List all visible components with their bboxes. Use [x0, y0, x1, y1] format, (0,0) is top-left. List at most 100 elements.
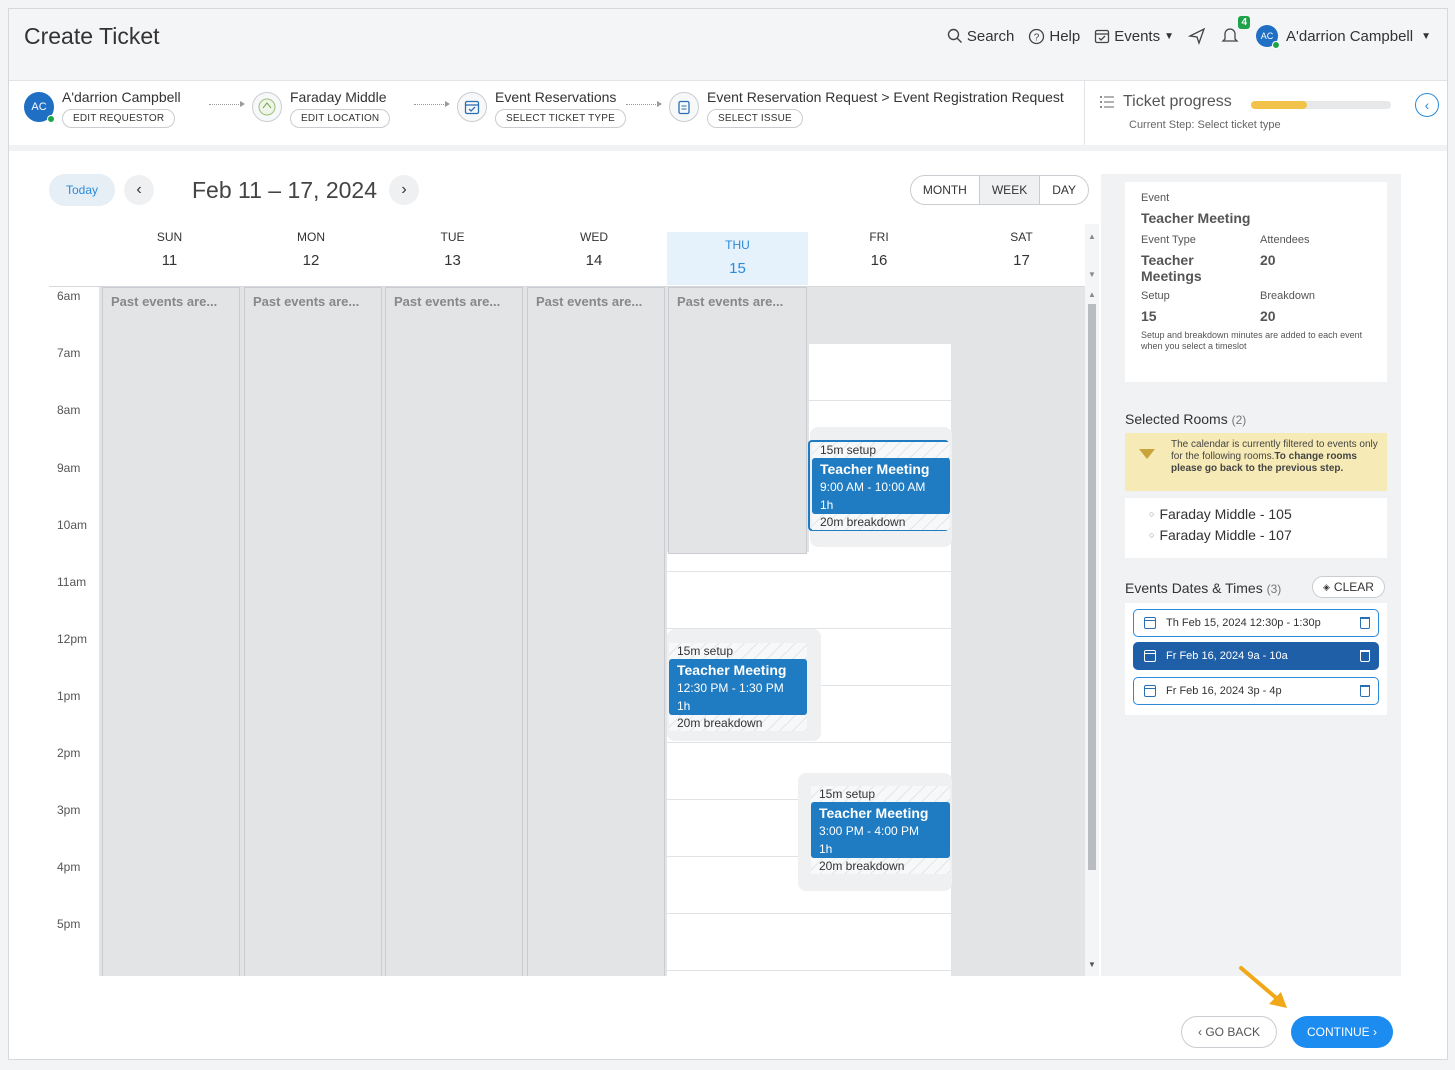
event-time: 9:00 AM - 10:00 AM — [820, 480, 926, 494]
help-label: Help — [1049, 27, 1081, 45]
day-header-fri[interactable]: FRI 16 — [808, 224, 950, 286]
go-back-button[interactable]: ‹ GO BACK — [1180, 1016, 1277, 1048]
clear-dates-button[interactable]: ◈ CLEAR — [1312, 576, 1385, 598]
today-button[interactable]: Today — [49, 174, 115, 206]
day-header-wed[interactable]: WED 14 — [523, 224, 665, 286]
event-title: Teacher Meeting — [820, 461, 930, 477]
event-label: Event — [1141, 192, 1170, 204]
next-week-button[interactable]: › — [389, 175, 419, 205]
saturday-unavailable — [951, 287, 1085, 976]
rooms-title-text: Selected Rooms — [1125, 411, 1228, 427]
event-body[interactable]: Teacher Meeting 9:00 AM - 10:00 AM 1h — [812, 458, 950, 514]
day-name: SAT — [1010, 230, 1033, 244]
select-ticket-type-button[interactable]: SELECT TICKET TYPE — [495, 109, 627, 128]
prev-week-button[interactable]: ‹ — [124, 175, 154, 205]
week-calendar: SUN 11 MON 12 TUE 13 WED 14 THU 15 FRI 16 SAT 1… — [49, 224, 1099, 976]
rooms-count: (2) — [1231, 413, 1247, 427]
date-text: Fr Feb 16, 2024 9a - 10a — [1166, 650, 1288, 662]
select-issue-button[interactable]: SELECT ISSUE — [707, 109, 803, 128]
time-label: 1pm — [57, 689, 81, 703]
user-menu[interactable]: AC A'darrion Campbell ▼ — [1256, 25, 1431, 49]
step-label: Event Reservations — [495, 89, 617, 105]
date-item[interactable]: Fr Feb 16, 2024 9a - 10a — [1133, 642, 1379, 670]
day-number: 16 — [870, 252, 888, 269]
past-events-block-mon: Past events are... — [244, 287, 382, 976]
day-header-sat[interactable]: SAT 17 — [950, 224, 1093, 286]
day-number: 11 — [161, 252, 178, 269]
view-month-button[interactable]: MONTH — [911, 176, 979, 204]
room-item: Faraday Middle - 105 — [1149, 506, 1363, 522]
past-events-label: Past events are... — [394, 294, 501, 309]
date-range-title: Feb 11 – 17, 2024 — [192, 177, 377, 203]
setup-label: Setup — [1141, 290, 1170, 302]
dates-title-text: Events Dates & Times — [1125, 580, 1263, 596]
event-duration: 1h — [820, 498, 834, 512]
svg-text:?: ? — [1034, 32, 1040, 43]
setup-note: Setup and breakdown minutes are added to… — [1141, 330, 1363, 351]
time-label: 10am — [57, 518, 88, 532]
user-avatar: AC — [1256, 25, 1280, 49]
notification-badge: 4 — [1238, 16, 1250, 29]
search-link[interactable]: Search — [947, 27, 1015, 45]
hour-line — [667, 571, 951, 572]
footer-actions: ‹ GO BACK CONTINUE › — [1180, 1016, 1393, 1048]
past-events-label: Past events are... — [111, 294, 218, 309]
trash-icon[interactable] — [1360, 617, 1370, 629]
event-body[interactable]: Teacher Meeting 3:00 PM - 4:00 PM 1h — [811, 802, 950, 858]
day-header-tue[interactable]: TUE 13 — [382, 224, 523, 286]
continue-button[interactable]: CONTINUE › — [1291, 1016, 1393, 1048]
event-dates-title: Events Dates & Times (3) — [1125, 580, 1281, 596]
scroll-up-icon[interactable]: ▲ — [1088, 232, 1096, 241]
help-link[interactable]: ? Help — [1028, 28, 1080, 45]
hour-line — [667, 970, 951, 971]
day-name: MON — [297, 230, 325, 244]
calendar-scrollbar[interactable]: ▲ ▼ ▲ ▼ — [1085, 224, 1099, 976]
edit-requestor-button[interactable]: EDIT REQUESTOR — [62, 109, 176, 128]
scroll-up-icon[interactable]: ▲ — [1088, 290, 1096, 299]
scroll-down-icon[interactable]: ▼ — [1088, 270, 1096, 279]
day-header-sun[interactable]: SUN 11 — [99, 224, 240, 286]
time-label: 12pm — [57, 632, 88, 646]
trash-icon[interactable] — [1360, 650, 1370, 662]
collapse-panel-button[interactable]: ‹ — [1415, 93, 1439, 117]
time-label: 5pm — [57, 917, 81, 931]
event-card[interactable]: 15m setup Teacher Meeting 12:30 PM - 1:3… — [667, 629, 821, 741]
ticket-steps-bar: AC A'darrion Campbell EDIT REQUESTOR Far… — [9, 81, 1447, 151]
event-card[interactable]: 15m setup Teacher Meeting 9:00 AM - 10:0… — [808, 427, 952, 547]
top-nav: Search ? Help Events ▼ 4 AC A'darrion Ca… — [947, 16, 1431, 49]
filter-icon — [1139, 449, 1155, 459]
view-day-button[interactable]: DAY — [1040, 176, 1088, 204]
day-number: 14 — [585, 252, 603, 269]
events-menu[interactable]: Events ▼ — [1094, 28, 1174, 45]
list-icon — [1100, 96, 1114, 108]
day-header-mon[interactable]: MON 12 — [240, 224, 382, 286]
rooms-list: Faraday Middle - 105 Faraday Middle - 10… — [1125, 498, 1387, 558]
notifications-button[interactable]: 4 — [1220, 16, 1250, 47]
day-name: FRI — [869, 230, 889, 244]
search-label: Search — [966, 27, 1015, 45]
progress-bar — [1251, 101, 1391, 109]
scroll-down-icon[interactable]: ▼ — [1088, 960, 1096, 969]
view-toggle: MONTH WEEK DAY — [909, 175, 1089, 205]
time-label: 8am — [57, 403, 81, 417]
time-label: 3pm — [57, 803, 81, 817]
edit-location-button[interactable]: EDIT LOCATION — [290, 109, 391, 128]
chevron-left-icon: ‹ — [1424, 97, 1430, 113]
event-body[interactable]: Teacher Meeting 12:30 PM - 1:30 PM 1h — [669, 659, 807, 715]
step-arrow — [626, 101, 662, 107]
event-card[interactable]: 15m setup Teacher Meeting 3:00 PM - 4:00… — [798, 773, 952, 891]
hour-line — [667, 742, 951, 743]
trash-icon[interactable] — [1360, 685, 1370, 697]
send-icon[interactable] — [1188, 27, 1206, 45]
bell-icon — [1221, 28, 1239, 42]
setup-value: 15 — [1141, 308, 1157, 324]
date-item[interactable]: Fr Feb 16, 2024 3p - 4p — [1133, 677, 1379, 705]
day-name: TUE — [440, 230, 465, 244]
date-item[interactable]: Th Feb 15, 2024 12:30p - 1:30p — [1133, 609, 1379, 637]
day-number: 17 — [1013, 252, 1030, 269]
day-header-thu[interactable]: THU 15 — [667, 232, 808, 285]
step-issue: Event Reservation Request > Event Regist… — [669, 89, 1064, 128]
event-setup-label: 15m setup — [812, 442, 950, 458]
scroll-thumb[interactable] — [1088, 304, 1096, 870]
view-week-button[interactable]: WEEK — [978, 176, 1041, 204]
